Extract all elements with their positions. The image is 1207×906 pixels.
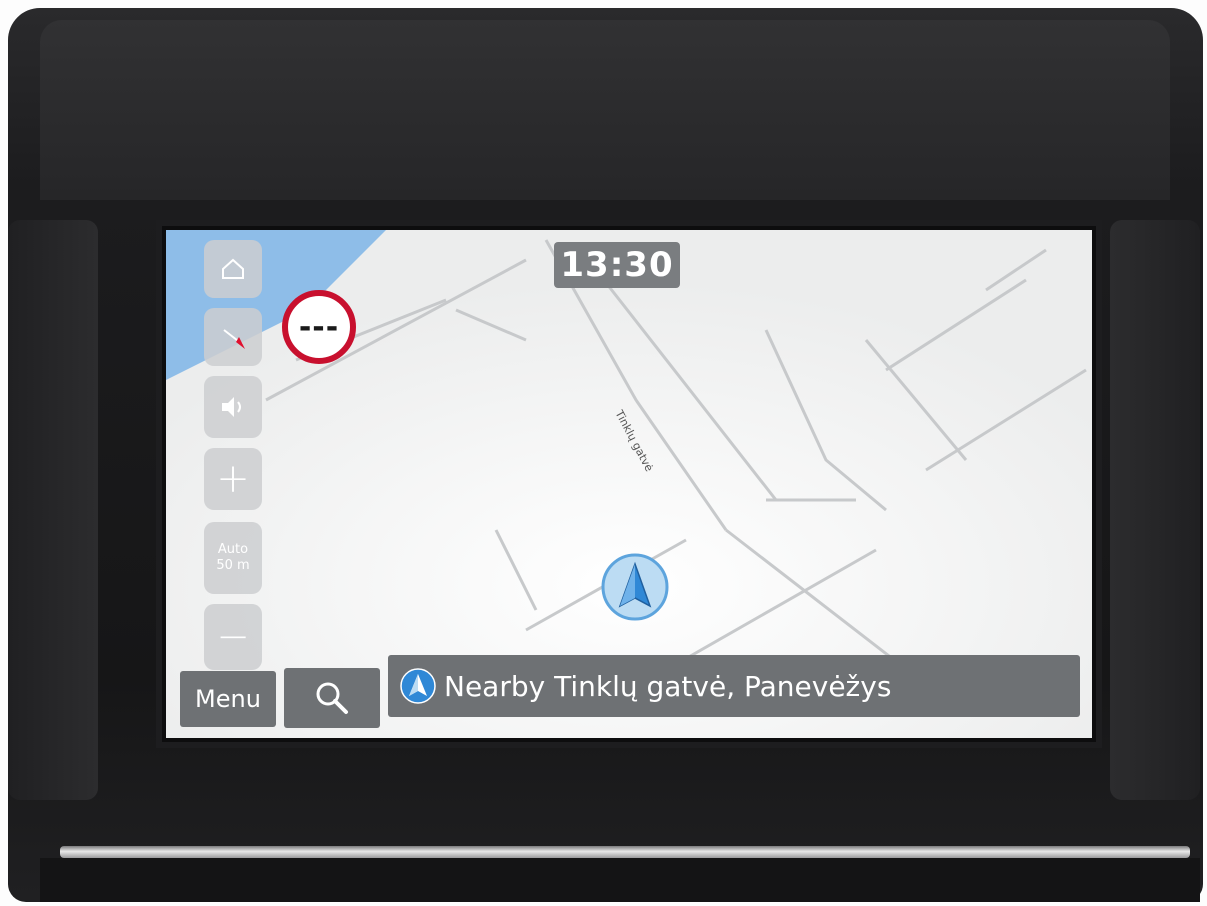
compass-icon bbox=[223, 329, 245, 349]
search-icon bbox=[316, 682, 348, 714]
current-location-bar[interactable]: Nearby Tinklų gatvė, Panevėžys bbox=[388, 655, 1080, 717]
zoom-level-indicator[interactable]: Auto 50 m bbox=[204, 522, 262, 594]
vehicle-position-icon bbox=[601, 553, 669, 621]
dashboard-right-trim bbox=[1110, 220, 1200, 800]
menu-button[interactable]: Menu bbox=[180, 671, 276, 727]
location-text: Nearby Tinklų gatvė, Panevėžys bbox=[444, 669, 892, 703]
clock-display: 13:30 bbox=[554, 242, 680, 288]
speed-limit-sign: --- bbox=[282, 290, 356, 364]
search-button[interactable] bbox=[284, 668, 380, 728]
dashboard-left-trim bbox=[8, 220, 98, 800]
location-arrow-icon bbox=[400, 668, 436, 704]
compass-button[interactable] bbox=[204, 308, 262, 366]
home-icon bbox=[222, 258, 244, 279]
dashboard-upper-trim bbox=[40, 20, 1170, 200]
zoom-out-button[interactable]: − bbox=[204, 604, 262, 670]
dashboard-lower-trim bbox=[40, 858, 1200, 902]
zoom-mode: Auto bbox=[217, 542, 249, 557]
zoom-scale: 50 m bbox=[216, 558, 250, 573]
navigation-screen: Tinklų gatvė 13:30 + Auto 50 m − --- Men… bbox=[166, 230, 1092, 738]
volume-icon bbox=[222, 397, 241, 417]
zoom-in-button[interactable]: + bbox=[204, 448, 262, 510]
map-control-bar: + Auto 50 m − bbox=[204, 240, 264, 670]
volume-button[interactable] bbox=[204, 376, 262, 438]
chrome-trim-strip bbox=[60, 846, 1190, 858]
home-button[interactable] bbox=[204, 240, 262, 298]
